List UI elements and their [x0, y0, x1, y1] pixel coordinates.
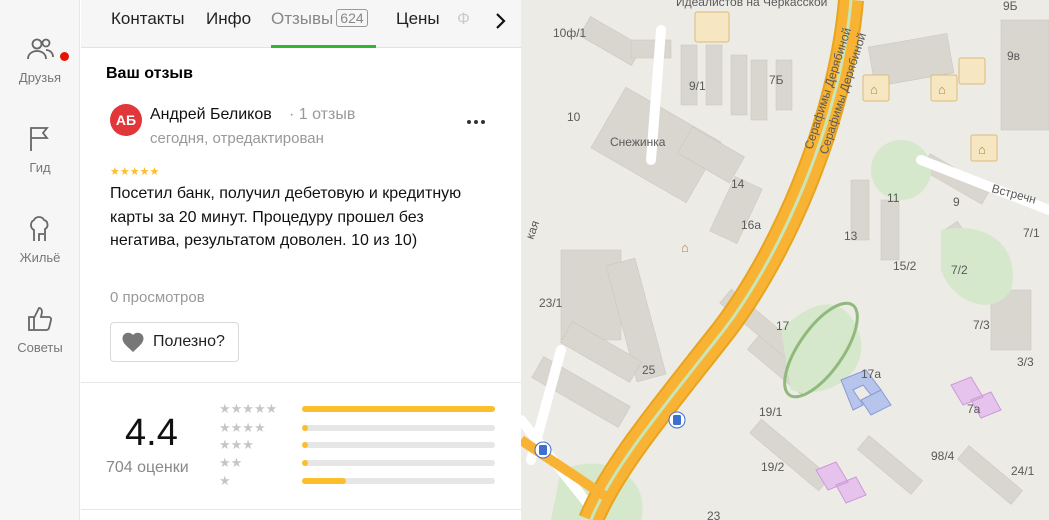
sidebar-item-label: Друзья	[18, 70, 62, 85]
tab-prices[interactable]: Цены	[396, 9, 440, 29]
map-label: 10	[567, 110, 581, 124]
rating-bar-track	[302, 442, 495, 448]
sidebar-item-label: Советы	[17, 340, 63, 355]
sidebar-item-tips[interactable]: Советы	[0, 304, 80, 384]
tab-reviews[interactable]: Отзывы 624	[271, 9, 368, 29]
rating-bar-fill	[302, 478, 346, 484]
reviews-panel: Контакты Инфо Отзывы 624 Цены Ф Ваш отзыв…	[81, 0, 521, 520]
active-tab-indicator	[271, 45, 376, 48]
heart-icon	[122, 332, 144, 352]
rating-bar-track	[302, 406, 495, 412]
map-label: 7/1	[1023, 226, 1040, 240]
map-label: 16а	[741, 218, 761, 232]
tab-bar: Контакты Инфо Отзывы 624 Цены Ф	[81, 0, 521, 48]
thumbs-up-icon	[28, 307, 53, 331]
author-name[interactable]: Андрей Беликов	[150, 106, 272, 124]
map-label: 7/3	[973, 318, 990, 332]
map-label: 23/1	[539, 296, 563, 310]
map-label: 17	[776, 319, 790, 333]
sidebar-item-guide[interactable]: Гид	[0, 124, 80, 204]
section-title: Ваш отзыв	[106, 65, 193, 82]
sidebar-item-friends[interactable]: Друзья	[0, 34, 80, 114]
map-label: 23	[707, 509, 721, 520]
map-label: 13	[844, 229, 858, 243]
building-icon: ⌂	[870, 82, 878, 97]
map-label: 9/1	[689, 79, 706, 93]
ratings-count: 704 оценки	[106, 459, 189, 476]
dot-icon	[481, 120, 485, 124]
map-label: 7/2	[951, 263, 968, 277]
map-label: 19/2	[761, 460, 785, 474]
average-rating: 4.4	[125, 412, 178, 454]
rating-row-stars: ★★★★★	[219, 401, 278, 416]
sidebar-item-label: Гид	[29, 160, 51, 175]
tab-reviews-label: Отзывы	[271, 9, 334, 28]
rating-bar-fill	[302, 460, 308, 466]
rating-row-stars: ★	[219, 473, 231, 488]
avatar[interactable]: АБ	[110, 104, 142, 136]
views-count: 0 просмотров	[110, 289, 205, 306]
building-icon: ⌂	[681, 240, 689, 255]
map-label: 98/4	[931, 449, 955, 463]
map-label: 3/3	[1017, 355, 1034, 369]
rating-bar-track	[302, 460, 495, 466]
street-label: кая	[523, 219, 543, 241]
sidebar-item-housing[interactable]: Жильё	[0, 214, 80, 294]
tab-contacts[interactable]: Контакты	[111, 9, 184, 29]
map-label: 25	[642, 363, 656, 377]
rating-bar-fill	[302, 406, 495, 412]
street-label: Встречн	[990, 181, 1037, 206]
tab-photos[interactable]: Ф	[457, 9, 470, 29]
useful-label: Полезно?	[153, 333, 225, 350]
rating-row-stars: ★★	[219, 455, 243, 470]
map-label: 15/2	[893, 259, 917, 273]
tab-info[interactable]: Инфо	[206, 9, 251, 29]
divider	[81, 509, 521, 510]
map-label: 24/1	[1011, 464, 1035, 478]
flag-icon	[30, 127, 49, 151]
map-label: Идеалистов на Черкасской	[676, 0, 827, 9]
notification-dot	[60, 52, 69, 61]
map-label: 7Б	[769, 73, 784, 87]
friends-icon	[27, 38, 54, 60]
map-canvas[interactable]: ⌂ ⌂ ⌂ ⌂ Идеалистов на Черкасской 10ф/1 9…	[521, 0, 1049, 520]
map-label: 11	[887, 191, 900, 205]
chevron-right-icon[interactable]	[485, 6, 515, 36]
building-icon: ⌂	[978, 142, 986, 157]
author-review-count: · 1 отзыв	[289, 106, 356, 123]
sidebar-item-label: Жильё	[19, 250, 61, 265]
rating-bar-track	[302, 478, 495, 484]
housing-icon	[30, 216, 49, 241]
rating-bar-fill	[302, 425, 308, 431]
bus-stop-icon[interactable]	[668, 411, 686, 429]
map-label: 14	[731, 177, 745, 191]
building-icon: ⌂	[938, 82, 946, 97]
useful-button[interactable]: Полезно?	[110, 322, 239, 362]
map-label: 9в	[1007, 49, 1020, 63]
map[interactable]: ⌂ ⌂ ⌂ ⌂ Идеалистов на Черкасской 10ф/1 9…	[521, 0, 1049, 520]
divider	[81, 382, 521, 383]
more-options-button[interactable]	[461, 110, 491, 134]
dot-icon	[474, 120, 478, 124]
map-label: 17а	[861, 367, 881, 381]
map-label: 9Б	[1003, 0, 1018, 13]
review-date: сегодня, отредактирован	[150, 130, 324, 147]
map-label: 19/1	[759, 405, 783, 419]
review-text: Посетил банк, получил дебетовую и кредит…	[110, 185, 462, 249]
rating-row-stars: ★★★★	[219, 420, 266, 435]
map-label: 7а	[967, 402, 981, 416]
rating-row-stars: ★★★	[219, 437, 254, 452]
rating-bar-track	[302, 425, 495, 431]
review-stars: ★★★★★	[110, 166, 160, 178]
map-label: 9	[953, 195, 960, 209]
reviews-count-badge: 624	[336, 9, 368, 27]
left-sidebar: Друзья Гид Жильё Советы	[0, 0, 80, 520]
map-label: 10ф/1	[553, 26, 587, 40]
dot-icon	[467, 120, 471, 124]
bus-stop-icon[interactable]	[534, 441, 552, 459]
author-review-count-text: 1 отзыв	[298, 106, 356, 123]
map-label: Снежинка	[610, 135, 666, 149]
kindergarten-building	[815, 461, 867, 504]
rating-bar-fill	[302, 442, 308, 448]
